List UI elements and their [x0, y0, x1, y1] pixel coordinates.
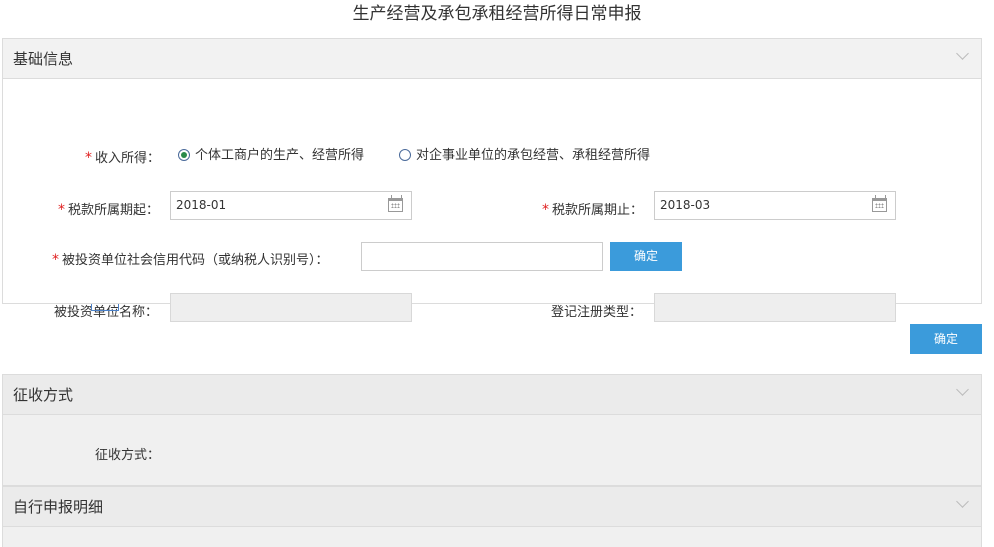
main-confirm-button[interactable]: 确定: [910, 324, 982, 354]
calendar-icon[interactable]: [388, 195, 403, 212]
collection-method-label: 征收方式：: [95, 448, 161, 463]
reg-type-label: 登记注册类型：: [551, 305, 643, 320]
decorative-box: [91, 304, 119, 311]
period-start-label: * 税款所属期起：: [58, 202, 160, 218]
page-title: 生产经营及承包承租经营所得日常申报: [352, 4, 642, 24]
income-option-contract[interactable]: 对企事业单位的承包经营、承租经营所得: [399, 147, 650, 165]
credit-code-label: * 被投资单位社会信用代码（或纳税人识别号）：: [52, 252, 329, 268]
collection-header[interactable]: 征收方式: [3, 375, 981, 415]
self-declare-header[interactable]: 自行申报明细: [3, 487, 981, 527]
basic-info-title: 基础信息: [13, 50, 74, 68]
basic-info-header[interactable]: 基础信息: [3, 39, 981, 79]
chevron-down-icon[interactable]: [957, 388, 969, 400]
period-end-label: * 税款所属期止：: [542, 202, 644, 218]
income-option-individual-label: 个体工商户的生产、经营所得: [195, 148, 365, 163]
basic-info-body: * 收入所得： 个体工商户的生产、经营所得 对企事业单位的承包经营、承租经营所得 …: [3, 79, 981, 322]
required-marker: *: [58, 202, 65, 218]
reg-type-input: [654, 293, 896, 322]
radio-unchecked-icon[interactable]: [399, 148, 411, 161]
self-declare-title: 自行申报明细: [13, 498, 104, 516]
chevron-down-icon[interactable]: [957, 52, 969, 64]
income-option-individual[interactable]: 个体工商户的生产、经营所得: [178, 147, 364, 165]
calendar-icon[interactable]: [872, 195, 887, 212]
unit-name-input: [170, 293, 412, 322]
period-end-input[interactable]: 2018-03: [654, 191, 896, 220]
collection-title: 征收方式: [13, 386, 74, 404]
income-label: * 收入所得：: [85, 150, 161, 166]
required-marker: *: [85, 150, 92, 166]
basic-info-panel: 基础信息 * 收入所得： 个体工商户的生产、经营所得 对企事业单位的承包经营、承租…: [2, 38, 982, 322]
collection-panel: 征收方式 征收方式：: [2, 374, 982, 486]
chevron-down-icon[interactable]: [957, 500, 969, 512]
period-start-input[interactable]: 2018-01: [170, 191, 412, 220]
credit-code-input[interactable]: [361, 242, 603, 271]
radio-checked-icon[interactable]: [178, 148, 190, 161]
self-declare-panel: 自行申报明细: [2, 486, 982, 547]
required-marker: *: [542, 202, 549, 218]
required-marker: *: [52, 252, 59, 268]
income-option-contract-label: 对企事业单位的承包经营、承租经营所得: [416, 148, 651, 163]
credit-code-confirm-button[interactable]: 确定: [610, 242, 682, 271]
